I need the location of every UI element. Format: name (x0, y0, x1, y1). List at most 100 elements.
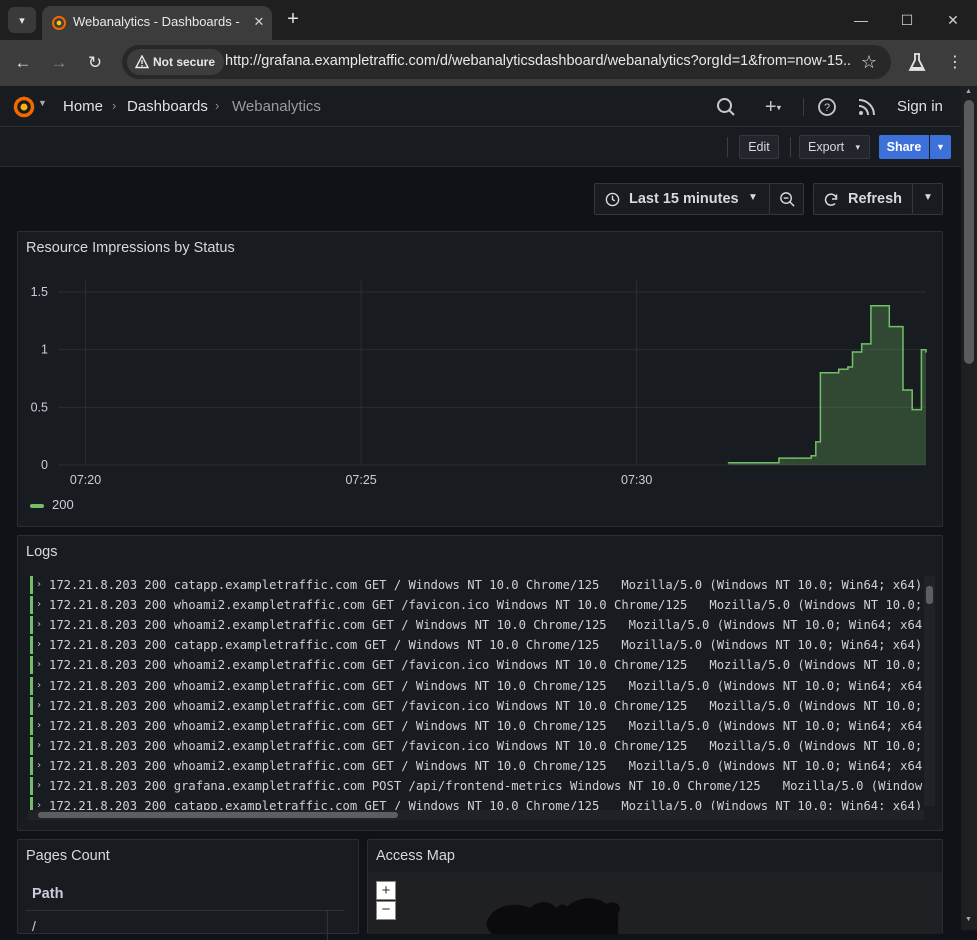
series-200-point (902, 389, 904, 391)
export-button[interactable]: Export ▾ (799, 135, 870, 159)
log-text: 172.21.8.203 200 whoami2.exampletraffic.… (49, 758, 923, 773)
table-row-path: / (32, 918, 36, 934)
breadcrumb-home[interactable]: Home (63, 98, 103, 115)
forward-arrow-icon[interactable]: → (46, 50, 72, 76)
x-tick-label: 07:25 (345, 473, 376, 487)
y-tick-label: 0 (41, 458, 48, 472)
scroll-down-arrow-icon[interactable]: ▼ (965, 916, 972, 923)
map-zoom-out-button[interactable]: − (376, 901, 396, 920)
sign-in-link[interactable]: Sign in (897, 98, 943, 115)
log-row[interactable]: › 172.21.8.203 200 whoami2.exampletraffic… (30, 616, 923, 635)
expand-chevron-icon[interactable]: › (36, 677, 42, 695)
expand-chevron-icon[interactable]: › (36, 737, 42, 755)
logo-chevron-down-icon[interactable]: ▼ (38, 98, 47, 108)
back-arrow-icon[interactable]: ← (10, 50, 36, 76)
labs-flask-icon[interactable] (905, 51, 929, 75)
log-row[interactable]: › 172.21.8.203 200 whoami2.exampletraffic… (30, 596, 923, 615)
minimize-icon[interactable]: — (846, 8, 876, 32)
series-200-point (746, 461, 748, 464)
time-range-label: Last 15 minutes (629, 191, 739, 207)
logs-scroll-thumb[interactable] (926, 586, 933, 604)
expand-chevron-icon[interactable]: › (36, 616, 42, 634)
logs-hscroll-thumb[interactable] (38, 812, 398, 818)
map-zoom-in-button[interactable]: + (376, 881, 396, 900)
expand-chevron-icon[interactable]: › (36, 717, 42, 735)
refresh-icon (824, 193, 838, 206)
add-new-plus-icon[interactable]: +▾ (756, 95, 790, 119)
expand-chevron-icon[interactable]: › (36, 777, 42, 795)
log-row[interactable]: › 172.21.8.203 200 whoami2.exampletraffic… (30, 676, 923, 695)
refresh-button[interactable]: Refresh (813, 183, 913, 215)
series-200-point (778, 457, 780, 459)
expand-chevron-icon[interactable]: › (36, 576, 42, 594)
share-dropdown-chevron-icon[interactable]: ▼ (930, 135, 951, 159)
log-row[interactable]: › 172.21.8.203 200 whoami2.exampletraffic… (30, 656, 923, 675)
browser-tab[interactable]: Webanalytics - Dashboards - Grafana ✕ (42, 6, 272, 40)
log-row[interactable]: › 172.21.8.203 200 catapp.exampletraffic.… (30, 576, 923, 594)
series-200-point (860, 343, 863, 345)
tab-search-chevron-icon[interactable]: ▾ (8, 7, 36, 33)
page-scroll-thumb[interactable] (964, 100, 974, 364)
log-text: 172.21.8.203 200 whoami2.exampletraffic.… (49, 618, 923, 633)
expand-chevron-icon[interactable]: › (36, 636, 42, 654)
log-level-indicator (30, 676, 33, 695)
svg-text:?: ? (824, 102, 830, 114)
scroll-up-arrow-icon[interactable]: ▲ (965, 88, 972, 95)
zoom-out-time-button[interactable] (769, 183, 804, 215)
expand-chevron-icon[interactable]: › (36, 596, 42, 614)
maximize-icon[interactable]: ☐ (892, 8, 922, 32)
help-icon[interactable]: ? (815, 95, 839, 119)
reload-icon[interactable]: ↻ (82, 50, 108, 76)
breadcrumb-dashboards[interactable]: Dashboards (127, 98, 208, 115)
expand-chevron-icon[interactable]: › (36, 757, 42, 775)
time-range-picker[interactable]: Last 15 minutes ▼ (594, 183, 770, 215)
close-tab-icon[interactable]: ✕ (250, 13, 268, 31)
log-row[interactable]: › 172.21.8.203 200 whoami2.exampletraffic… (30, 756, 923, 775)
page-scrollbar[interactable]: ▲ ▼ (961, 86, 977, 930)
address-bar[interactable]: Not secure http://grafana.exampletraffic… (122, 45, 891, 79)
expand-chevron-icon[interactable]: › (36, 656, 42, 674)
refresh-interval-dropdown[interactable]: ▼ (912, 183, 943, 215)
logs-panel-title: Logs (26, 544, 58, 560)
url-text[interactable]: http://grafana.exampletraffic.com/d/weba… (225, 53, 850, 69)
browser-menu-icon[interactable]: ⋮ (945, 51, 965, 75)
log-row[interactable]: › 172.21.8.203 200 grafana.exampletraffic… (30, 777, 923, 795)
logs-vertical-scrollbar[interactable] (924, 576, 935, 806)
breadcrumb-separator-icon: › (112, 98, 117, 113)
log-lines[interactable]: › 172.21.8.203 200 catapp.exampletraffic.… (18, 576, 942, 812)
grafana-logo-icon[interactable] (12, 94, 36, 118)
map-canvas[interactable]: + − (368, 872, 942, 934)
timeseries-chart[interactable]: 0 0.5 1 1.5 07:20 07:25 07:30 (18, 232, 942, 526)
expand-chevron-icon[interactable]: › (36, 697, 42, 715)
edit-button[interactable]: Edit (739, 135, 779, 159)
x-tick-label: 07:20 (70, 473, 101, 487)
chart-panel[interactable]: Resource Impressions by Status 0 0.5 1 1.5 0… (17, 231, 943, 527)
close-window-icon[interactable]: ✕ (938, 8, 968, 32)
not-secure-badge[interactable]: Not secure (127, 49, 225, 75)
path-column-header[interactable]: Path (32, 886, 63, 902)
log-text: 172.21.8.203 200 whoami2.exampletraffic.… (49, 658, 923, 673)
log-row[interactable]: › 172.21.8.203 200 whoami2.exampletraffic… (30, 736, 923, 755)
series-200-point (847, 366, 849, 368)
log-row[interactable]: › 172.21.8.203 200 whoami2.exampletraffic… (30, 716, 923, 735)
breadcrumb-separator-icon: › (215, 98, 220, 113)
logs-horizontal-scrollbar[interactable] (28, 810, 924, 820)
share-button[interactable]: Share (879, 135, 929, 159)
new-tab-button[interactable]: + (281, 8, 305, 32)
y-tick-label: 0.5 (31, 400, 48, 414)
warning-triangle-icon (135, 55, 149, 69)
series-200-point (920, 348, 923, 351)
legend-label-200[interactable]: 200 (52, 497, 74, 512)
series-200-point (824, 371, 826, 374)
log-row[interactable]: › 172.21.8.203 200 whoami2.exampletraffic… (30, 696, 923, 715)
rss-news-icon[interactable] (855, 95, 879, 119)
log-row[interactable]: › 172.21.8.203 200 catapp.exampletraffic.… (30, 636, 923, 655)
log-level-indicator (30, 716, 33, 735)
access-map-title: Access Map (376, 848, 455, 864)
bookmark-star-icon[interactable]: ☆ (858, 51, 880, 73)
log-text: 172.21.8.203 200 whoami2.exampletraffic.… (49, 718, 923, 733)
refresh-chevron-down-icon: ▼ (923, 192, 933, 203)
series-200-point (888, 325, 891, 328)
search-icon[interactable] (714, 95, 738, 119)
grafana-top-nav: ▼ Home › Dashboards › Webanalytics +▾ ? … (0, 86, 961, 127)
